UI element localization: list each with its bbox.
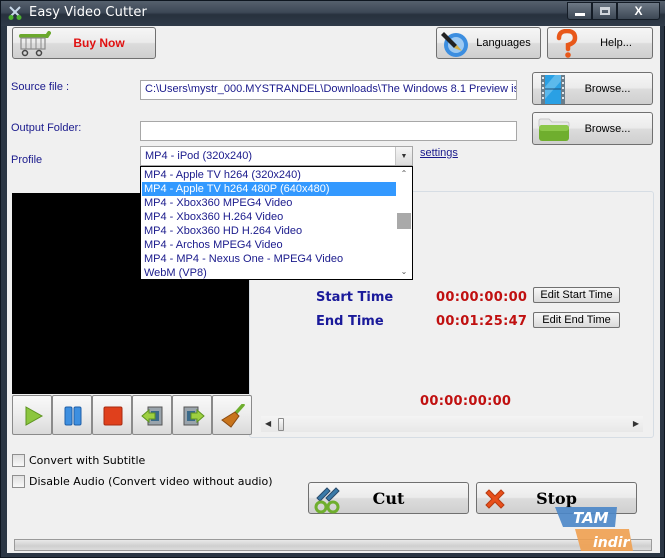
profile-select[interactable]: MP4 - iPod (320x240) ▼ xyxy=(140,146,413,166)
edit-end-time-button[interactable]: Edit End Time xyxy=(533,312,620,328)
profile-option[interactable]: MP4 - Xbox360 H.264 Video xyxy=(142,210,397,224)
source-browse-button[interactable]: Browse... xyxy=(532,72,653,105)
slider-left-arrow-icon[interactable]: ◀ xyxy=(265,419,271,428)
source-file-label: Source file : xyxy=(11,81,70,93)
maximize-icon xyxy=(599,7,610,15)
profile-option[interactable]: MP4 - Apple TV h264 (320x240) xyxy=(142,168,397,182)
app-scissors-icon xyxy=(8,6,22,20)
output-folder-label: Output Folder: xyxy=(11,122,82,134)
start-time-label: Start Time xyxy=(316,290,394,305)
help-button[interactable]: Help... xyxy=(547,27,653,59)
cut-button[interactable]: Cut xyxy=(308,482,469,514)
pause-button[interactable] xyxy=(52,395,92,435)
folder-icon xyxy=(538,118,570,141)
settings-link[interactable]: settings xyxy=(420,147,458,159)
question-mark-icon xyxy=(556,29,578,58)
profile-option[interactable]: MP4 - Xbox360 HD H.264 Video xyxy=(142,224,397,238)
output-browse-button[interactable]: Browse... xyxy=(532,112,653,145)
globe-pen-icon xyxy=(441,32,468,57)
clear-button[interactable] xyxy=(212,395,252,435)
maximize-button[interactable] xyxy=(592,2,617,20)
shopping-cart-icon xyxy=(19,31,51,57)
disable-audio-checkbox[interactable] xyxy=(12,475,25,488)
title-bar[interactable]: Easy Video Cutter X xyxy=(1,1,665,26)
app-window: Easy Video Cutter X Buy Now Languages He… xyxy=(0,0,665,558)
profile-selected-value: MP4 - iPod (320x240) xyxy=(145,150,252,162)
dropdown-scrollbar[interactable]: ⌃ ⌄ xyxy=(396,167,412,279)
scrollbar-thumb[interactable] xyxy=(397,213,411,229)
profile-option[interactable]: MP4 - MP4 - Nexus One - MPEG4 Video xyxy=(142,252,397,266)
profile-option[interactable]: MP4 - Xbox360 MPEG4 Video xyxy=(142,196,397,210)
set-start-button[interactable] xyxy=(132,395,172,435)
subtitle-option[interactable]: Convert with Subtitle xyxy=(12,454,145,467)
stop-button[interactable] xyxy=(92,395,132,435)
end-time-label: End Time xyxy=(316,314,384,329)
film-strip-icon xyxy=(541,75,565,104)
disable-audio-checkbox-label: Disable Audio (Convert video without aud… xyxy=(29,475,273,488)
profile-option-highlighted[interactable]: MP4 - Apple TV h264 480P (640x480) xyxy=(142,182,397,196)
minimize-button[interactable] xyxy=(567,2,592,20)
slider-right-arrow-icon[interactable]: ▶ xyxy=(633,419,639,428)
red-x-icon xyxy=(485,489,505,509)
stop-icon xyxy=(103,406,123,426)
disable-audio-option[interactable]: Disable Audio (Convert video without aud… xyxy=(12,475,273,488)
scissors-film-icon xyxy=(314,487,340,514)
current-position-value: 00:00:00:00 xyxy=(420,394,512,409)
subtitle-checkbox[interactable] xyxy=(12,454,25,467)
dropdown-arrow-icon[interactable]: ▼ xyxy=(395,147,412,165)
profile-dropdown-list[interactable]: MP4 - Apple TV h264 (320x240) MP4 - Appl… xyxy=(140,166,413,280)
source-file-input[interactable]: C:\Users\mystr_000.MYSTRANDEL\Downloads\… xyxy=(140,80,517,100)
languages-button[interactable]: Languages xyxy=(436,27,541,59)
buy-now-button[interactable]: Buy Now xyxy=(12,27,156,59)
set-end-marker-icon xyxy=(183,406,205,426)
scroll-up-icon[interactable]: ⌃ xyxy=(396,167,412,181)
scroll-down-icon[interactable]: ⌄ xyxy=(396,265,412,279)
profile-option[interactable]: MP4 - Archos MPEG4 Video xyxy=(142,238,397,252)
profile-option[interactable]: WebM (VP8) xyxy=(142,266,397,280)
watermark-bottom-text: indir xyxy=(593,535,631,551)
end-time-value: 00:01:25:47 xyxy=(436,314,528,329)
set-start-marker-icon xyxy=(141,406,163,426)
set-end-button[interactable] xyxy=(172,395,212,435)
watermark-top-text: TAM xyxy=(573,509,609,527)
subtitle-checkbox-label: Convert with Subtitle xyxy=(29,454,146,467)
profile-label: Profile xyxy=(11,154,43,166)
seek-slider[interactable]: ◀ ▶ xyxy=(261,416,643,432)
edit-start-time-button[interactable]: Edit Start Time xyxy=(533,287,620,303)
seek-slider-thumb[interactable] xyxy=(278,418,284,431)
play-button[interactable] xyxy=(12,395,52,435)
main-client-area: Buy Now Languages Help... Source file : … xyxy=(7,26,660,553)
window-title: Easy Video Cutter xyxy=(29,5,147,20)
output-folder-input[interactable] xyxy=(140,121,517,141)
start-time-value: 00:00:00:00 xyxy=(436,290,528,305)
close-icon: X xyxy=(634,4,643,18)
close-button[interactable]: X xyxy=(617,2,660,20)
tamindir-watermark-logo: TAM indir xyxy=(555,507,633,551)
player-controls xyxy=(12,395,254,435)
play-icon xyxy=(25,406,44,426)
pause-icon xyxy=(64,406,82,426)
minimize-icon xyxy=(574,12,585,16)
broom-icon xyxy=(221,404,245,428)
